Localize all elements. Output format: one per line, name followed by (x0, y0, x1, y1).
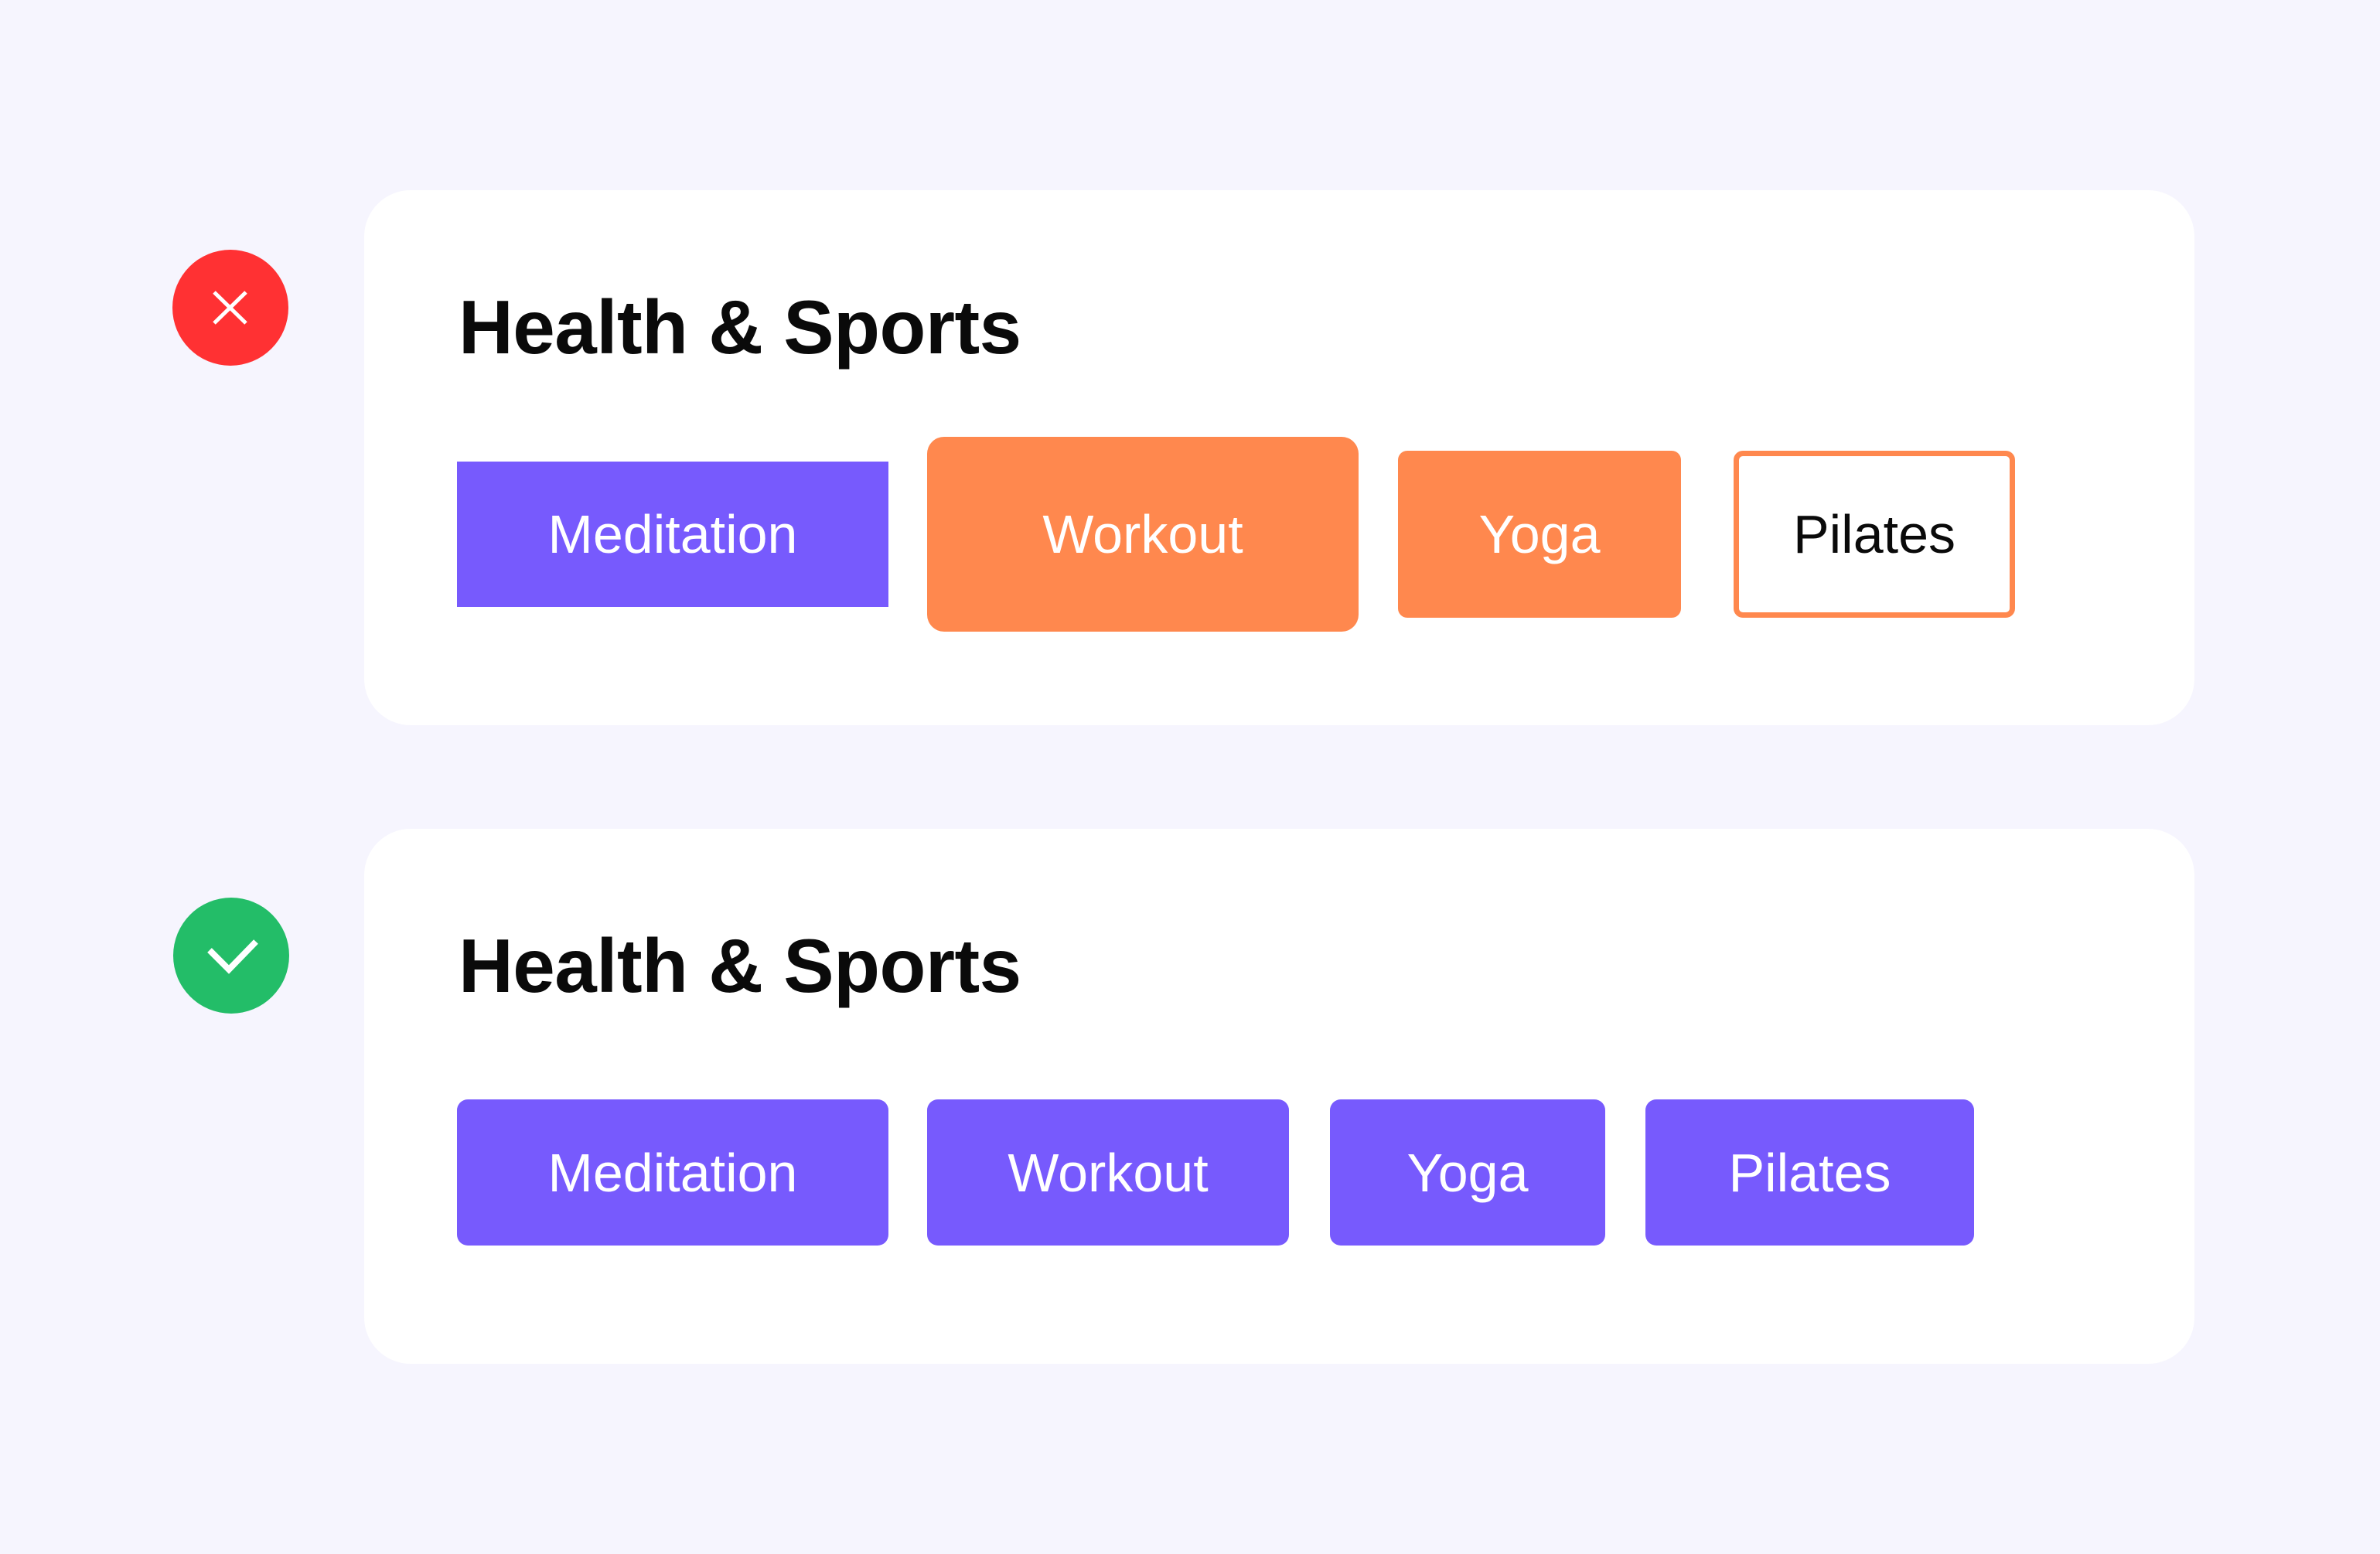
chip-pilates[interactable]: Pilates (1734, 451, 2015, 618)
chip-workout[interactable]: Workout (927, 437, 1359, 632)
correct-badge (173, 898, 289, 1014)
chip-label: Workout (1042, 504, 1243, 564)
chip-meditation[interactable]: Meditation (457, 1099, 888, 1246)
chip-yoga[interactable]: Yoga (1398, 451, 1681, 618)
chip-label: Yoga (1407, 1142, 1529, 1203)
chip-label: Pilates (1728, 1142, 1891, 1203)
chip-meditation[interactable]: Meditation (457, 462, 888, 607)
incorrect-example-card: Health & Sports Meditation Workout Yoga … (364, 190, 2194, 725)
chip-label: Pilates (1792, 504, 1956, 564)
check-icon (207, 939, 258, 974)
card-title: Health & Sports (459, 285, 1021, 370)
x-icon (213, 291, 247, 325)
incorrect-badge (172, 250, 288, 366)
chip-label: Yoga (1478, 504, 1601, 564)
chip-label: Meditation (547, 1142, 798, 1203)
correct-example-card: Health & Sports Meditation Workout Yoga … (364, 829, 2194, 1364)
chip-pilates[interactable]: Pilates (1645, 1099, 1974, 1246)
chip-label: Meditation (547, 504, 798, 564)
card-title: Health & Sports (459, 923, 1021, 1008)
chip-label: Workout (1008, 1142, 1209, 1203)
chip-workout[interactable]: Workout (927, 1099, 1289, 1246)
chip-yoga[interactable]: Yoga (1330, 1099, 1605, 1246)
